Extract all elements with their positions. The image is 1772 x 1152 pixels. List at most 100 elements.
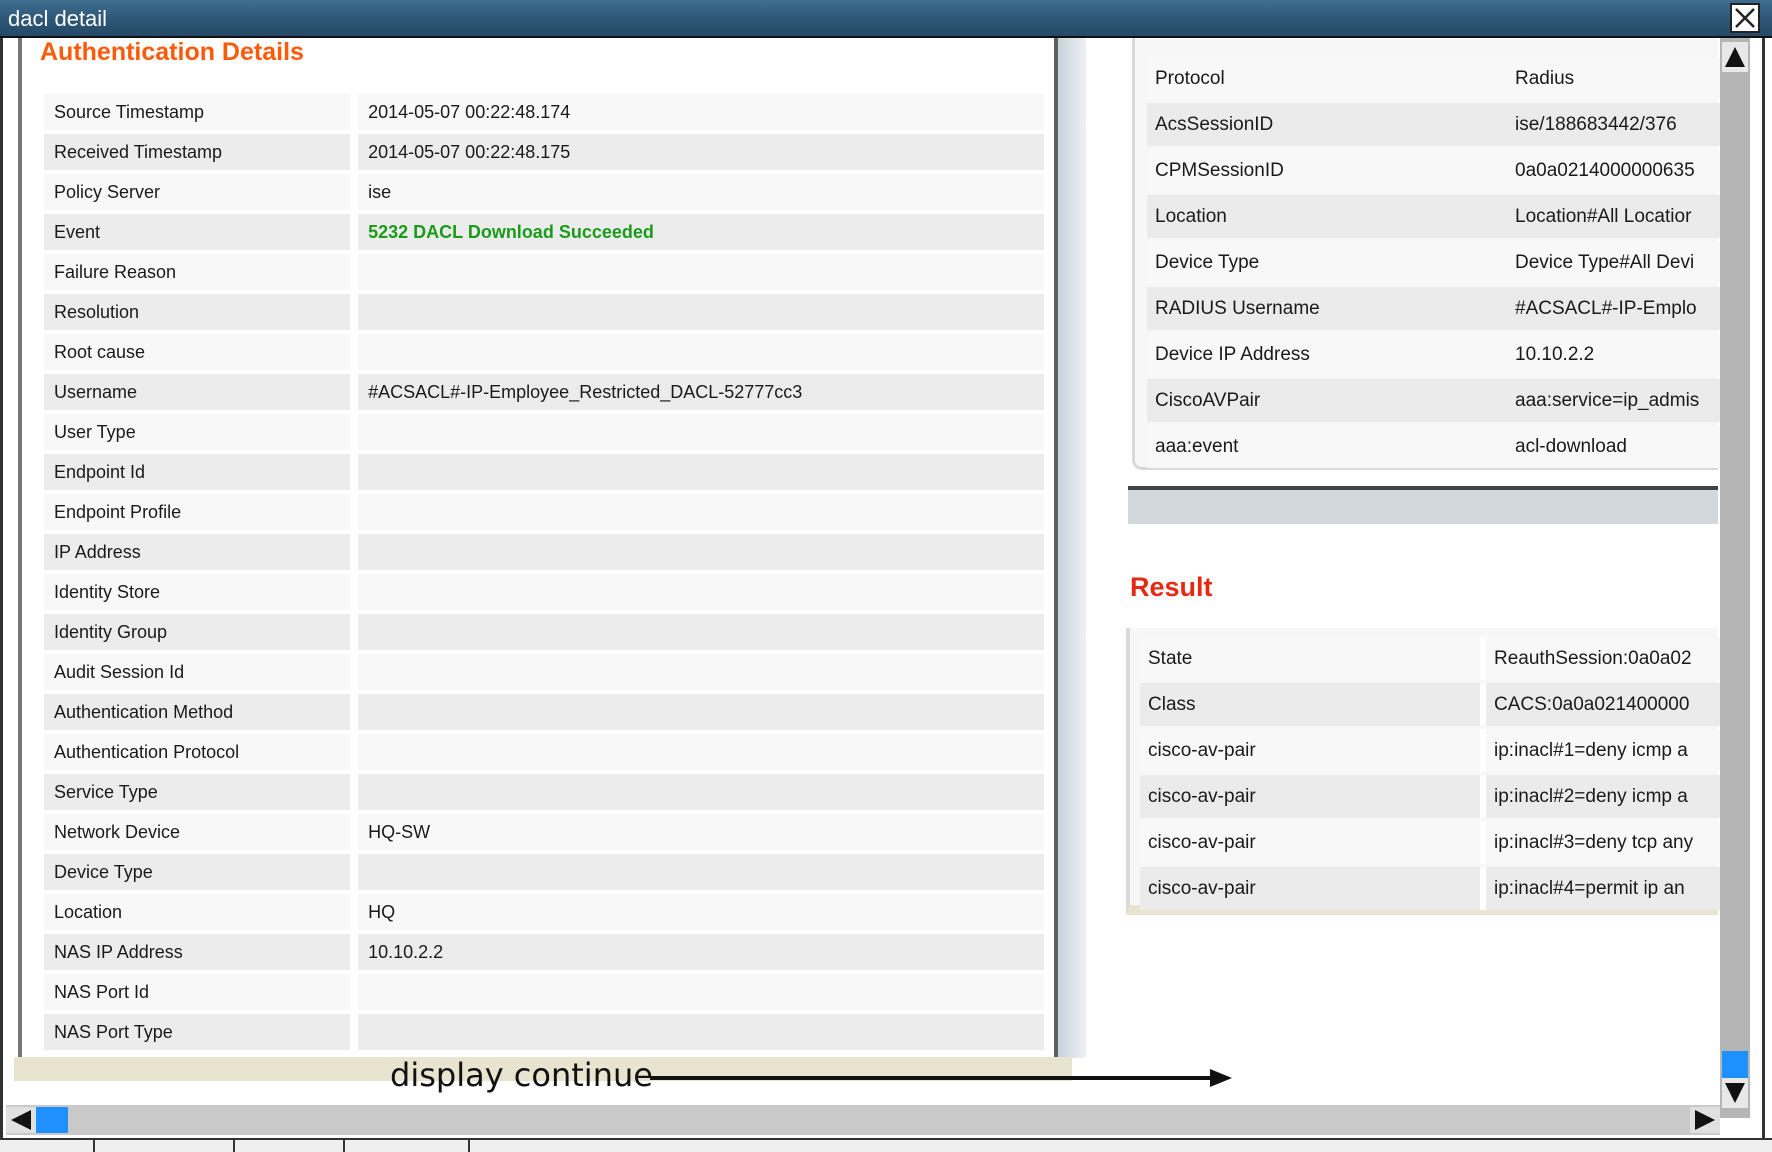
- row-value: [350, 734, 1044, 770]
- scroll-left-button[interactable]: [6, 1107, 36, 1133]
- row-label: CiscoAVPair: [1147, 379, 1507, 422]
- row-value: 2014-05-07 00:22:48.175: [350, 134, 1044, 170]
- row-label: Network Device: [44, 814, 351, 850]
- row-label: Authentication Protocol: [44, 734, 351, 770]
- row-value: [350, 574, 1044, 610]
- row-label: Failure Reason: [44, 254, 351, 290]
- vertical-scrollbar[interactable]: [1720, 38, 1750, 1118]
- row-label: Device Type: [44, 854, 351, 890]
- row-value: Device Type#All Devi: [1507, 241, 1721, 284]
- row-value: #ACSACL#-IP-Emplo: [1507, 287, 1721, 330]
- row-label: Endpoint Id: [44, 454, 351, 490]
- table-row: State ReauthSession:0a0a02: [1140, 637, 1722, 680]
- bottom-tab-strip: [0, 1138, 1772, 1152]
- table-row: Authentication Protocol: [44, 734, 1044, 770]
- row-value: [350, 534, 1044, 570]
- table-row: Resolution: [44, 294, 1044, 330]
- bottom-tab[interactable]: [95, 1140, 235, 1152]
- table-row: Audit Session Id: [44, 654, 1044, 690]
- row-label: AcsSessionID: [1147, 103, 1507, 146]
- row-label: Endpoint Profile: [44, 494, 351, 530]
- arrow-up-icon: [1725, 47, 1745, 67]
- row-label: Identity Store: [44, 574, 351, 610]
- row-label: aaa:event: [1147, 425, 1507, 468]
- row-label: Device IP Address: [1147, 333, 1507, 376]
- table-row: Protocol Radius: [1147, 57, 1721, 100]
- row-label: Policy Server: [44, 174, 351, 210]
- horizontal-scrollbar[interactable]: [6, 1105, 1720, 1135]
- vertical-scroll-thumb[interactable]: [1722, 1051, 1748, 1079]
- row-value: [350, 334, 1044, 370]
- authentication-details-table: Source Timestamp 2014-05-07 00:22:48.174 R…: [44, 90, 1044, 1054]
- table-row: Received Timestamp 2014-05-07 00:22:48.17…: [44, 134, 1044, 170]
- row-value: ip:inacl#2=deny icmp a: [1480, 775, 1722, 818]
- row-label: Event: [44, 214, 351, 250]
- other-attributes-box: Protocol Radius AcsSessionID ise/188683442/…: [1132, 38, 1721, 471]
- arrow-left-icon: [11, 1110, 31, 1130]
- row-value: aaa:service=ip_admis: [1507, 379, 1721, 422]
- table-row: Policy Server ise: [44, 174, 1044, 210]
- annotation-text: display continue: [390, 1056, 653, 1094]
- bottom-tab[interactable]: [0, 1140, 95, 1152]
- row-label: IP Address: [44, 534, 351, 570]
- window-frame-left: [0, 38, 3, 1138]
- bottom-tab[interactable]: [345, 1140, 470, 1152]
- table-row: Identity Store: [44, 574, 1044, 610]
- row-label: NAS Port Id: [44, 974, 351, 1010]
- close-button[interactable]: [1730, 3, 1760, 33]
- row-value: [350, 854, 1044, 890]
- arrow-right-icon: [1695, 1110, 1715, 1130]
- table-row: cisco-av-pair ip:inacl#1=deny icmp a: [1140, 729, 1722, 772]
- table-row: CPMSessionID 0a0a0214000000635: [1147, 149, 1721, 192]
- result-box: State ReauthSession:0a0a02 Class CACS:0a0a0…: [1126, 628, 1722, 915]
- table-row: IP Address: [44, 534, 1044, 570]
- table-row: NAS Port Type: [44, 1014, 1044, 1050]
- table-row: Device Type: [44, 854, 1044, 890]
- bottom-tab[interactable]: [235, 1140, 345, 1152]
- row-label: RADIUS Username: [1147, 287, 1507, 330]
- result-title: Result: [1130, 572, 1213, 602]
- table-row: Network Device HQ-SW: [44, 814, 1044, 850]
- arrow-down-icon: [1725, 1083, 1745, 1103]
- table-row: Service Type: [44, 774, 1044, 810]
- other-attributes-table: Protocol Radius AcsSessionID ise/188683442/…: [1147, 54, 1721, 471]
- horizontal-scroll-thumb[interactable]: [36, 1107, 68, 1133]
- authentication-details-panel: Authentication Details Source Timestamp 2…: [14, 38, 1086, 1063]
- row-label: NAS Port Type: [44, 1014, 351, 1050]
- row-label: Protocol: [1147, 57, 1507, 100]
- row-label: cisco-av-pair: [1140, 867, 1480, 910]
- window-title: dacl detail: [8, 6, 108, 31]
- table-row: cisco-av-pair ip:inacl#3=deny tcp any: [1140, 821, 1722, 864]
- scroll-right-button[interactable]: [1690, 1107, 1720, 1133]
- row-value: ReauthSession:0a0a02: [1480, 637, 1722, 680]
- row-value: ip:inacl#3=deny tcp any: [1480, 821, 1722, 864]
- table-row: Device IP Address 10.10.2.2: [1147, 333, 1721, 376]
- row-value: [350, 494, 1044, 530]
- row-value: [350, 254, 1044, 290]
- table-row: Source Timestamp 2014-05-07 00:22:48.174: [44, 94, 1044, 130]
- row-value: [350, 974, 1044, 1010]
- scroll-down-button[interactable]: [1722, 1078, 1748, 1108]
- row-value: [350, 614, 1044, 650]
- row-label: Class: [1140, 683, 1480, 726]
- authentication-details-title: Authentication Details: [40, 38, 304, 66]
- table-row: Endpoint Id: [44, 454, 1044, 490]
- row-value: [350, 454, 1044, 490]
- row-value: 5232 DACL Download Succeeded: [350, 214, 1044, 250]
- close-icon: [1735, 8, 1755, 28]
- table-row: Root cause: [44, 334, 1044, 370]
- row-value: [350, 654, 1044, 690]
- row-value: [350, 774, 1044, 810]
- row-label: cisco-av-pair: [1140, 729, 1480, 772]
- table-row: Event 5232 DACL Download Succeeded: [44, 214, 1044, 250]
- row-label: Location: [44, 894, 351, 930]
- table-row: Location HQ: [44, 894, 1044, 930]
- row-value: HQ: [350, 894, 1044, 930]
- scroll-up-button[interactable]: [1722, 42, 1748, 72]
- row-value: ip:inacl#1=deny icmp a: [1480, 729, 1722, 772]
- row-label: Location: [1147, 195, 1507, 238]
- table-row: AcsSessionID ise/188683442/376: [1147, 103, 1721, 146]
- window-frame-right: [1762, 38, 1765, 1138]
- row-value: 10.10.2.2: [1507, 333, 1721, 376]
- row-label: State: [1140, 637, 1480, 680]
